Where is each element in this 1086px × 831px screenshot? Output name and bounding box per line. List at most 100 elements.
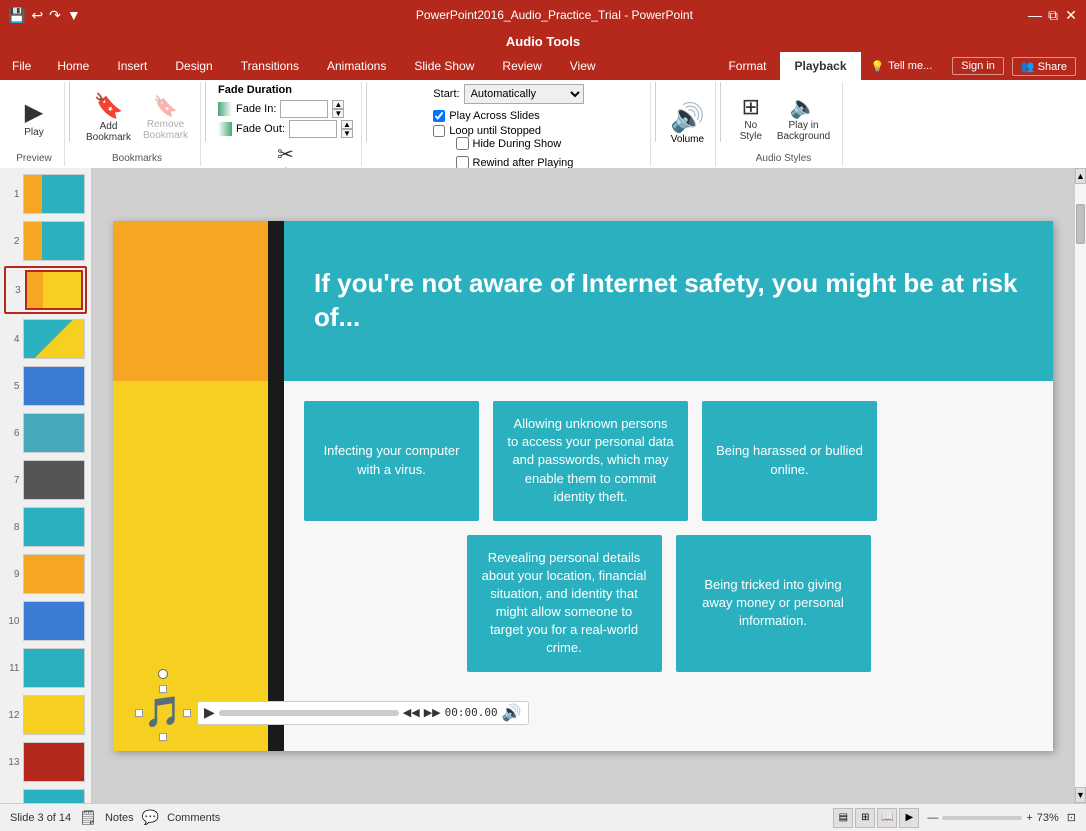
hide-during-show-label[interactable]: Hide During Show: [456, 137, 574, 150]
player-progress-bar[interactable]: [219, 710, 399, 716]
ribbon-group-volume: 🔊 Volume: [660, 82, 716, 166]
tab-slideshow[interactable]: Slide Show: [400, 52, 488, 80]
play-across-slides-label[interactable]: Play Across Slides: [433, 110, 539, 122]
notes-icon[interactable]: 🗒: [79, 809, 97, 826]
slide-thumb-6[interactable]: 6: [4, 411, 87, 455]
notes-label[interactable]: Notes: [105, 812, 134, 824]
player-volume-icon[interactable]: 🔊: [502, 703, 522, 723]
slide-thumb-4[interactable]: 4: [4, 317, 87, 361]
start-select[interactable]: Automatically On Click In Click Sequence: [464, 84, 584, 104]
signin-button2[interactable]: Sign in: [952, 57, 1004, 75]
player-forward-button[interactable]: ▶▶: [424, 706, 441, 719]
scroll-thumb[interactable]: [1076, 204, 1085, 244]
trim-audio-icon: ✂: [277, 142, 294, 167]
reading-view-button[interactable]: 📖: [877, 808, 897, 828]
add-bookmark-button[interactable]: 🔖 AddBookmark: [82, 90, 135, 145]
zoom-in-icon[interactable]: +: [1026, 812, 1032, 824]
tab-view[interactable]: View: [556, 52, 610, 80]
customize-qat-button[interactable]: ▼: [67, 7, 81, 23]
restore-button[interactable]: ⧉: [1046, 8, 1060, 22]
status-bar: Slide 3 of 14 🗒 Notes 💬 Comments ▤ ⊞ 📖 ▶…: [0, 803, 1086, 831]
editing-controls: Fade Duration Fade In: 02.00 ▲ ▼ Fade Ou…: [218, 84, 353, 138]
share-button[interactable]: 👥 Share: [1012, 57, 1076, 76]
comments-icon[interactable]: 💬: [142, 809, 159, 826]
save-button[interactable]: 💾: [8, 7, 25, 24]
slide-thumb-5[interactable]: 5: [4, 364, 87, 408]
no-style-button[interactable]: ⊞ NoStyle: [733, 92, 769, 144]
slide-thumb-13[interactable]: 13: [4, 740, 87, 784]
slide-thumb-7[interactable]: 7: [4, 458, 87, 502]
slideshow-button[interactable]: ▶: [899, 808, 919, 828]
slide-top-bar: If you're not aware of Internet safety, …: [113, 221, 1053, 381]
slide-thumb-9[interactable]: 9: [4, 552, 87, 596]
slide-thumb-1[interactable]: 1: [4, 172, 87, 216]
main-content: 1 2 3 4 5 6 7 8: [0, 168, 1086, 803]
fade-out-input[interactable]: 08.00: [289, 120, 337, 138]
slide-thumb-11[interactable]: 11: [4, 646, 87, 690]
fade-out-up[interactable]: ▲: [341, 120, 353, 129]
normal-view-button[interactable]: ▤: [833, 808, 853, 828]
comments-label[interactable]: Comments: [167, 812, 220, 824]
tab-design[interactable]: Design: [161, 52, 226, 80]
fade-out-down[interactable]: ▼: [341, 129, 353, 138]
tab-transitions[interactable]: Transitions: [227, 52, 313, 80]
tab-format[interactable]: Format: [714, 52, 780, 80]
minimize-button[interactable]: —: [1028, 8, 1042, 22]
content-card-1[interactable]: Infecting your computer with a virus.: [304, 401, 479, 521]
scroll-down-button[interactable]: ▼: [1075, 787, 1086, 803]
tab-review[interactable]: Review: [488, 52, 555, 80]
handle-top[interactable]: [159, 685, 167, 693]
handle-left[interactable]: [135, 709, 143, 717]
content-card-3[interactable]: Being harassed or bullied online.: [702, 401, 877, 521]
tell-me-area[interactable]: 💡 Tell me...: [861, 52, 943, 80]
player-rewind-button[interactable]: ◀◀: [403, 706, 420, 719]
slide-thumb-14[interactable]: 14: [4, 787, 87, 803]
redo-button[interactable]: ↷: [49, 7, 61, 24]
slide-panel[interactable]: 1 2 3 4 5 6 7 8: [0, 168, 92, 803]
fit-slide-button[interactable]: ⊡: [1067, 811, 1076, 824]
fade-in-input[interactable]: 02.00: [280, 100, 328, 118]
rewind-after-playing-text: Rewind after Playing: [473, 157, 574, 169]
slide-preview-7: [23, 460, 85, 500]
scroll-up-button[interactable]: ▲: [1075, 168, 1086, 184]
remove-bookmark-button[interactable]: 🔖 RemoveBookmark: [139, 92, 192, 143]
tab-home[interactable]: Home: [43, 52, 103, 80]
play-button[interactable]: ▶ Play: [12, 96, 56, 140]
content-card-5[interactable]: Being tricked into giving away money or …: [676, 535, 871, 672]
preview-controls: ▶ Play: [12, 84, 56, 151]
handle-bottom[interactable]: [159, 733, 167, 741]
zoom-slider[interactable]: [942, 816, 1022, 820]
ribbon-tabs: File Home Insert Design Transitions Anim…: [0, 52, 1086, 80]
slide-thumb-10[interactable]: 10: [4, 599, 87, 643]
tab-file[interactable]: File: [0, 52, 43, 80]
close-button[interactable]: ✕: [1064, 8, 1078, 22]
handle-right[interactable]: [183, 709, 191, 717]
slide-thumb-8[interactable]: 8: [4, 505, 87, 549]
undo-button[interactable]: ↩: [31, 7, 43, 24]
slide-thumb-2[interactable]: 2: [4, 219, 87, 263]
tab-animations[interactable]: Animations: [313, 52, 400, 80]
fade-in-down[interactable]: ▼: [332, 109, 344, 118]
hide-during-show-checkbox[interactable]: [456, 137, 469, 150]
content-card-2[interactable]: Allowing unknown persons to access your …: [493, 401, 688, 521]
loop-until-stopped-label[interactable]: Loop until Stopped: [433, 125, 541, 137]
ribbon-group-editing: Fade Duration Fade In: 02.00 ▲ ▼ Fade Ou…: [210, 82, 362, 166]
slide-thumb-12[interactable]: 12: [4, 693, 87, 737]
rotate-handle[interactable]: [158, 669, 168, 679]
player-play-button[interactable]: ▶: [204, 704, 215, 721]
audio-styles-controls: ⊞ NoStyle 🔈 Play inBackground: [733, 84, 834, 151]
zoom-out-icon[interactable]: —: [927, 812, 938, 824]
tab-playback[interactable]: Playback: [780, 52, 860, 80]
play-across-slides-checkbox[interactable]: [433, 110, 445, 122]
fade-in-up[interactable]: ▲: [332, 100, 344, 109]
volume-button[interactable]: 🔊 Volume: [668, 99, 707, 147]
play-background-button[interactable]: 🔈 Play inBackground: [773, 92, 834, 144]
loop-until-stopped-checkbox[interactable]: [433, 125, 445, 137]
slide-sorter-button[interactable]: ⊞: [855, 808, 875, 828]
tab-insert[interactable]: Insert: [103, 52, 161, 80]
content-card-4[interactable]: Revealing personal details about your lo…: [467, 535, 662, 672]
slide-preview-6: [23, 413, 85, 453]
slide-thumb-3[interactable]: 3: [4, 266, 87, 314]
vertical-scrollbar[interactable]: ▲ ▼: [1074, 168, 1086, 803]
audio-object[interactable]: 🎵: [133, 683, 193, 743]
